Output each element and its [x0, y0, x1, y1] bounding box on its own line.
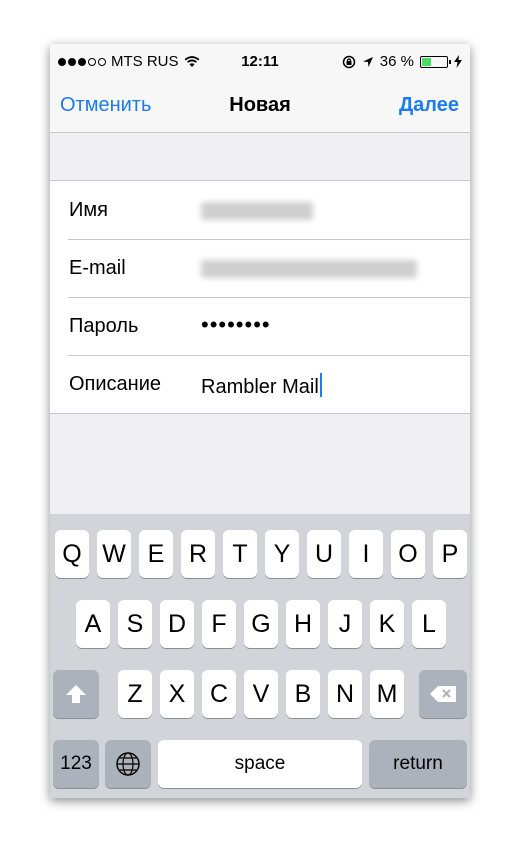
key-p[interactable]: P: [433, 530, 467, 578]
key-z[interactable]: Z: [118, 670, 152, 718]
status-bar: MTS RUS 12:11 36 %: [50, 44, 470, 80]
key-m[interactable]: M: [370, 670, 404, 718]
key-l[interactable]: L: [412, 600, 446, 648]
name-field-blurred[interactable]: [201, 202, 313, 220]
battery-icon: [420, 55, 451, 68]
description-field-row[interactable]: Описание Rambler Mail: [50, 355, 470, 413]
name-field-row[interactable]: Имя: [50, 181, 470, 239]
key-h[interactable]: H: [286, 600, 320, 648]
description-label: Описание: [69, 373, 162, 395]
key-w[interactable]: W: [97, 530, 131, 578]
key-k[interactable]: K: [370, 600, 404, 648]
cancel-button[interactable]: Отменить: [60, 94, 151, 117]
key-d[interactable]: D: [160, 600, 194, 648]
description-value: Rambler Mail: [201, 376, 319, 398]
navigation-bar: Отменить Новая Далее: [50, 80, 470, 133]
key-c[interactable]: C: [202, 670, 236, 718]
location-icon: [362, 56, 373, 67]
backspace-icon: [430, 686, 456, 702]
rotation-lock-icon: [342, 55, 356, 68]
shift-icon: [66, 685, 86, 703]
key-q[interactable]: Q: [55, 530, 89, 578]
email-field-blurred[interactable]: [201, 260, 417, 278]
numbers-key[interactable]: 123: [53, 740, 99, 788]
key-i[interactable]: I: [349, 530, 383, 578]
key-b[interactable]: B: [286, 670, 320, 718]
key-s[interactable]: S: [118, 600, 152, 648]
password-field[interactable]: ••••••••: [201, 312, 271, 338]
name-label: Имя: [69, 199, 108, 221]
email-label: E-mail: [69, 257, 126, 279]
email-field-row[interactable]: E-mail: [50, 239, 470, 297]
return-key[interactable]: return: [369, 740, 467, 788]
globe-key[interactable]: [105, 740, 151, 788]
key-a[interactable]: A: [76, 600, 110, 648]
key-o[interactable]: O: [391, 530, 425, 578]
key-x[interactable]: X: [160, 670, 194, 718]
charging-icon: [454, 55, 462, 68]
phone-screen: MTS RUS 12:11 36 % Отменить Новая Далее …: [50, 44, 470, 798]
globe-icon: [116, 752, 140, 776]
key-u[interactable]: U: [307, 530, 341, 578]
key-y[interactable]: Y: [265, 530, 299, 578]
key-v[interactable]: V: [244, 670, 278, 718]
backspace-key[interactable]: [419, 670, 467, 718]
space-key[interactable]: space: [158, 740, 362, 788]
key-e[interactable]: E: [139, 530, 173, 578]
key-n[interactable]: N: [328, 670, 362, 718]
key-f[interactable]: F: [202, 600, 236, 648]
description-field[interactable]: Rambler Mail: [201, 373, 322, 399]
battery-percent: 36 %: [379, 53, 414, 70]
text-cursor: [319, 373, 322, 397]
next-button[interactable]: Далее: [399, 94, 459, 117]
shift-key[interactable]: [53, 670, 99, 718]
keyboard: Q W E R T Y U I O P A S D F G H J K L Z X C V B N M 123 space return: [50, 514, 470, 798]
password-label: Пароль: [69, 315, 139, 337]
battery-fill: [422, 57, 431, 66]
password-field-row[interactable]: Пароль ••••••••: [50, 297, 470, 355]
key-j[interactable]: J: [328, 600, 362, 648]
key-t[interactable]: T: [223, 530, 257, 578]
key-g[interactable]: G: [244, 600, 278, 648]
key-r[interactable]: R: [181, 530, 215, 578]
account-form: Имя E-mail Пароль •••••••• Описание Ramb…: [50, 180, 470, 414]
